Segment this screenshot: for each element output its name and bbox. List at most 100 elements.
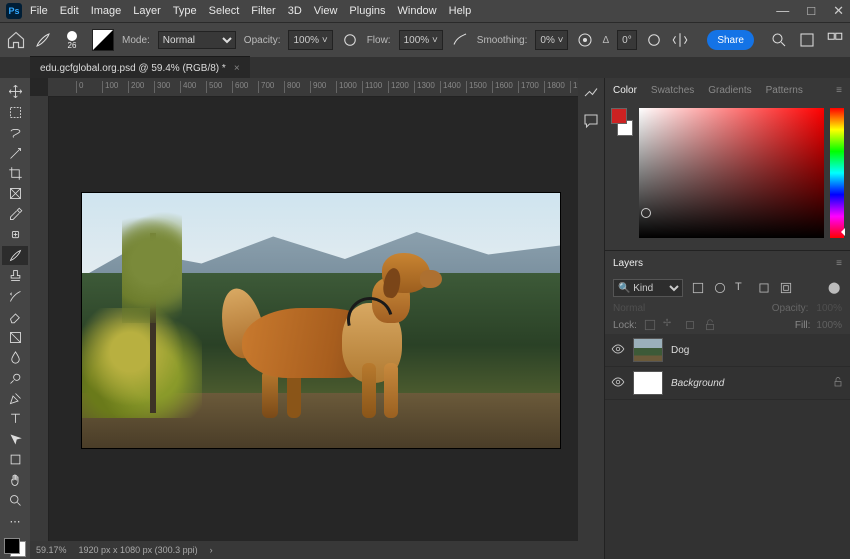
zoom-tool[interactable]: [2, 491, 28, 510]
pressure-size-icon[interactable]: [645, 31, 663, 49]
fill-value[interactable]: 100%: [816, 320, 842, 331]
airbrush-icon[interactable]: [451, 31, 469, 49]
panel-menu-icon[interactable]: ≡: [836, 85, 842, 96]
window-close-icon[interactable]: ✕: [833, 3, 844, 19]
tab-color[interactable]: Color: [613, 85, 637, 96]
hue-slider[interactable]: [830, 108, 844, 238]
lock-pixels-icon[interactable]: [643, 318, 657, 332]
window-maximize-icon[interactable]: □: [807, 3, 815, 19]
menu-plugins[interactable]: Plugins: [349, 5, 385, 17]
home-icon[interactable]: [6, 30, 26, 50]
layer-filter-kind[interactable]: 🔍 Kind: [613, 279, 683, 297]
ruler-tick: 0: [76, 81, 83, 93]
type-tool[interactable]: [2, 409, 28, 428]
share-button[interactable]: Share: [707, 30, 754, 50]
menu-edit[interactable]: Edit: [60, 5, 79, 17]
marquee-tool[interactable]: [2, 102, 28, 121]
tab-gradients[interactable]: Gradients: [708, 85, 751, 96]
dodge-tool[interactable]: [2, 368, 28, 387]
angle-input[interactable]: 0°: [617, 30, 637, 50]
shape-tool[interactable]: [2, 450, 28, 469]
layers-panel-menu-icon[interactable]: ≡: [836, 258, 842, 269]
workspace-icon[interactable]: [798, 31, 816, 49]
document-canvas[interactable]: [82, 193, 560, 448]
frame-tool[interactable]: [2, 184, 28, 203]
menu-image[interactable]: Image: [91, 5, 122, 17]
lasso-tool[interactable]: [2, 123, 28, 142]
layer-row[interactable]: Dog: [605, 334, 850, 367]
zoom-level[interactable]: 59.17%: [36, 545, 67, 555]
tab-patterns[interactable]: Patterns: [766, 85, 803, 96]
blur-tool[interactable]: [2, 348, 28, 367]
lock-all-icon[interactable]: [703, 318, 717, 332]
search-icon[interactable]: [770, 31, 788, 49]
layer-row[interactable]: Background: [605, 367, 850, 400]
symmetry-icon[interactable]: [671, 31, 689, 49]
window-minimize-icon[interactable]: —: [776, 3, 789, 19]
lock-position-icon[interactable]: ✢: [663, 318, 677, 332]
color-swatches[interactable]: [2, 536, 28, 559]
move-tool[interactable]: [2, 82, 28, 101]
blend-mode-select[interactable]: Normal: [158, 31, 236, 49]
wand-tool[interactable]: [2, 143, 28, 162]
comments-panel-icon[interactable]: [582, 112, 600, 130]
filter-shape-icon[interactable]: [757, 281, 771, 295]
filter-toggle-icon[interactable]: ⬤: [828, 281, 842, 295]
ruler-vertical: [30, 96, 49, 541]
menu-window[interactable]: Window: [398, 5, 437, 17]
flow-input[interactable]: 100% ˅: [399, 30, 443, 50]
document-tab-title: edu.gcfglobal.org.psd @ 59.4% (RGB/8) *: [40, 63, 226, 74]
lock-artboard-icon[interactable]: [683, 318, 697, 332]
menu-file[interactable]: File: [30, 5, 48, 17]
brush-blend-toggle-icon[interactable]: [92, 29, 114, 51]
healing-tool[interactable]: [2, 225, 28, 244]
layer-opacity-value[interactable]: 100%: [816, 303, 842, 314]
hand-tool[interactable]: [2, 471, 28, 490]
filter-smart-icon[interactable]: [779, 281, 793, 295]
eyedropper-tool[interactable]: [2, 205, 28, 224]
gradient-tool[interactable]: [2, 327, 28, 346]
brush-preset-picker[interactable]: 26: [60, 28, 84, 52]
smoothing-label: Smoothing:: [477, 35, 528, 46]
smoothing-input[interactable]: 0% ˅: [535, 30, 568, 50]
color-fg-bg[interactable]: [611, 108, 633, 136]
menu-view[interactable]: View: [314, 5, 338, 17]
document-tab[interactable]: edu.gcfglobal.org.psd @ 59.4% (RGB/8) * …: [30, 56, 250, 79]
smoothing-options-icon[interactable]: [576, 31, 594, 49]
menu-layer[interactable]: Layer: [133, 5, 161, 17]
menu-help[interactable]: Help: [449, 5, 472, 17]
arrange-icon[interactable]: [826, 31, 844, 49]
menu-select[interactable]: Select: [209, 5, 240, 17]
layer-thumbnail: [633, 371, 663, 395]
edit-toolbar-icon[interactable]: ⋯: [2, 512, 28, 531]
filter-pixel-icon[interactable]: [691, 281, 705, 295]
ruler-tick: 1600: [492, 81, 513, 93]
eraser-tool[interactable]: [2, 307, 28, 326]
filter-adjust-icon[interactable]: [713, 281, 727, 295]
opacity-input[interactable]: 100% ˅: [288, 30, 332, 50]
filter-type-icon[interactable]: T: [735, 281, 749, 295]
color-picker[interactable]: [639, 108, 824, 238]
history-panel-icon[interactable]: [582, 84, 600, 102]
status-chevron-icon[interactable]: ›: [210, 545, 213, 555]
layer-name[interactable]: Dog: [671, 345, 689, 356]
crop-tool[interactable]: [2, 164, 28, 183]
layer-name[interactable]: Background: [671, 378, 724, 389]
menu-3d[interactable]: 3D: [288, 5, 302, 17]
visibility-icon[interactable]: [611, 342, 625, 359]
path-tool[interactable]: [2, 430, 28, 449]
tab-swatches[interactable]: Swatches: [651, 85, 694, 96]
ruler-tick: 1500: [466, 81, 487, 93]
tab-layers[interactable]: Layers: [613, 258, 643, 269]
pressure-opacity-icon[interactable]: [341, 31, 359, 49]
history-brush-tool[interactable]: [2, 287, 28, 306]
layer-blend-mode[interactable]: Normal: [613, 303, 693, 314]
stamp-tool[interactable]: [2, 266, 28, 285]
close-tab-icon[interactable]: ×: [234, 63, 240, 74]
brush-tool[interactable]: [2, 246, 28, 265]
menu-type[interactable]: Type: [173, 5, 197, 17]
pen-tool[interactable]: [2, 389, 28, 408]
menu-filter[interactable]: Filter: [251, 5, 275, 17]
visibility-icon[interactable]: [611, 375, 625, 392]
mode-label: Mode:: [122, 35, 150, 46]
